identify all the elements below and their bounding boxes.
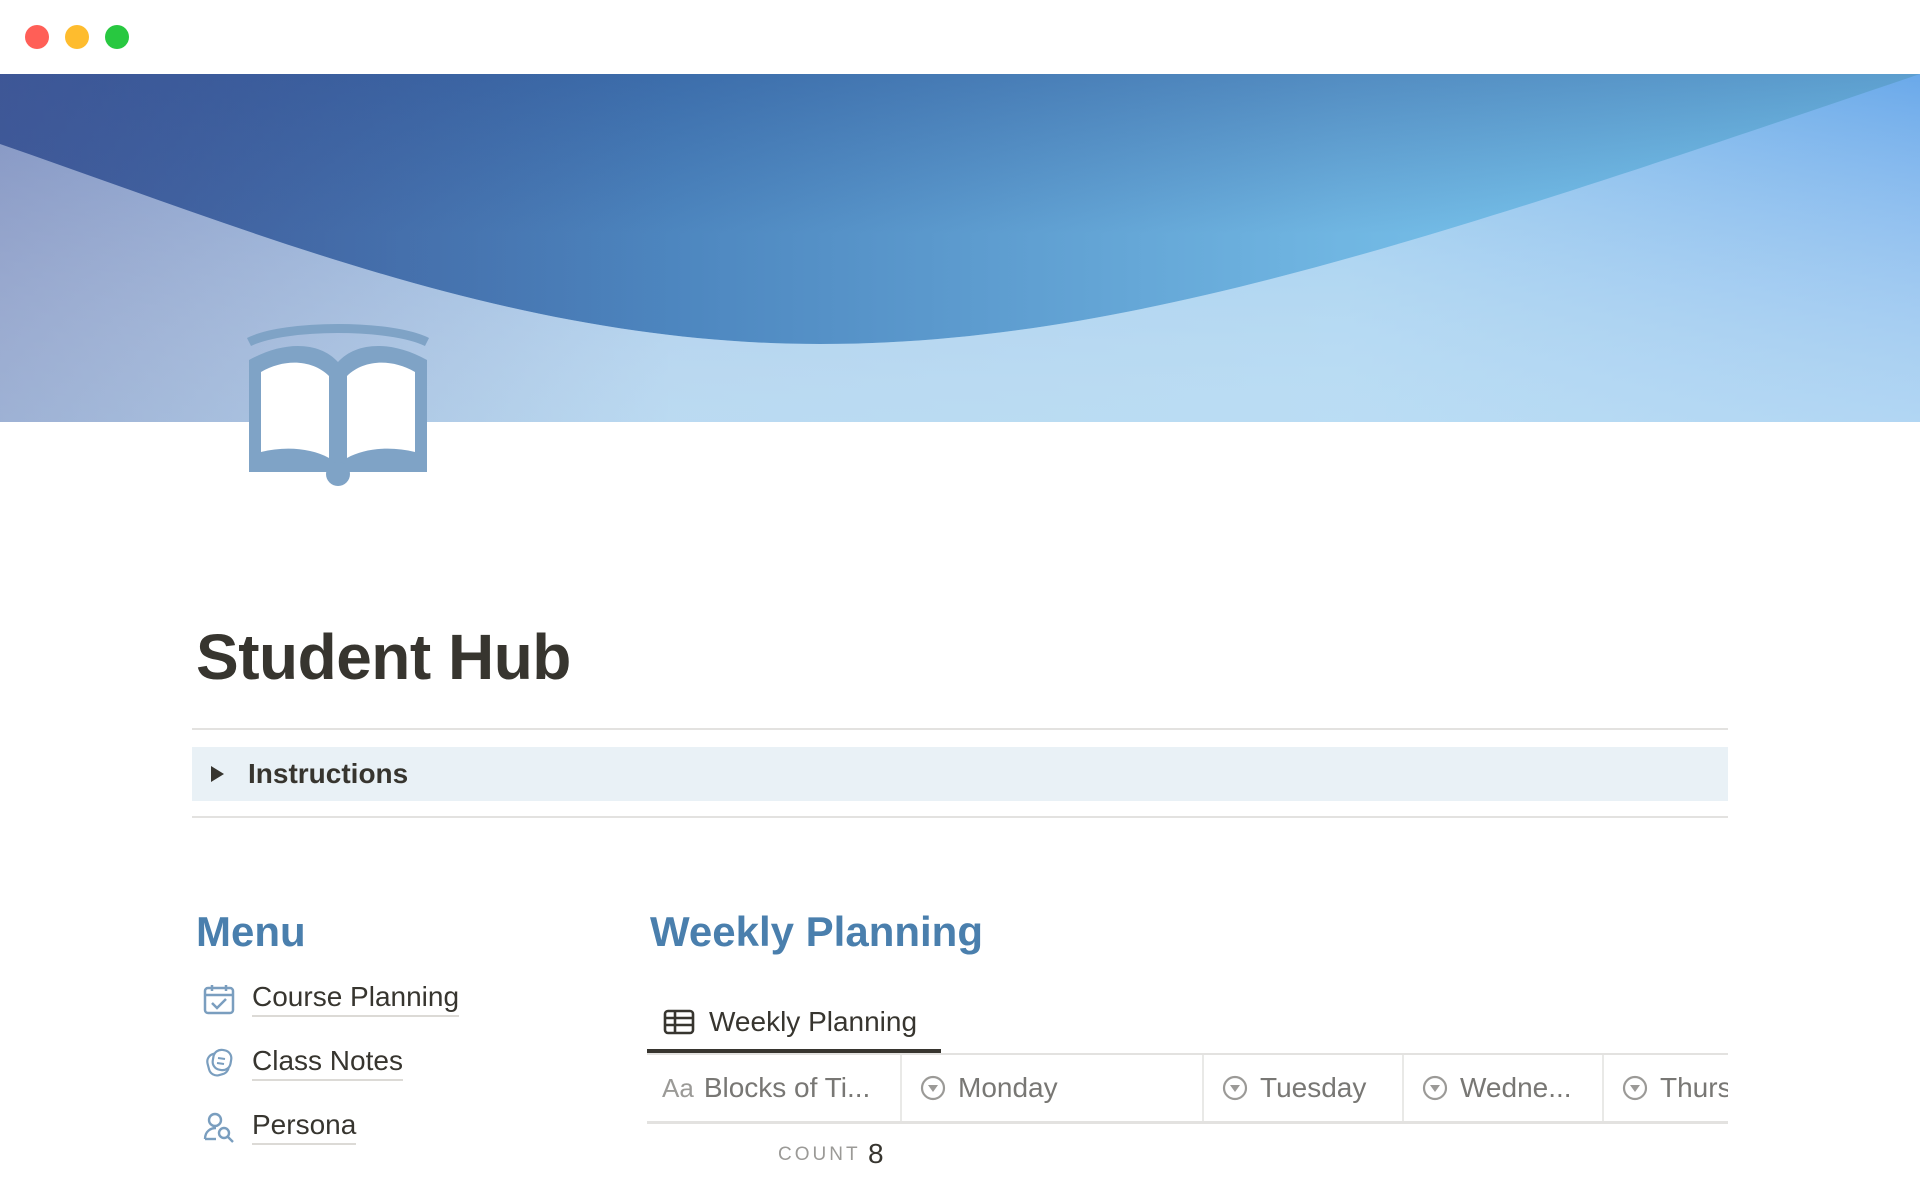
view-tab-label: Weekly Planning [709, 1006, 918, 1037]
zoom-window-button[interactable] [105, 25, 129, 49]
menu-item-label: Persona [252, 1109, 357, 1145]
table-header: Aa Blocks of Ti... Monday Tuesday Wedne.… [647, 1053, 1728, 1124]
divider [192, 728, 1728, 730]
column-header-wednesday[interactable]: Wedne... [1404, 1055, 1604, 1121]
column-header-tuesday[interactable]: Tuesday [1204, 1055, 1404, 1121]
notes-icon [200, 1044, 238, 1082]
column-label: Wedne... [1460, 1072, 1572, 1103]
menu-item-persona[interactable]: Persona [200, 1105, 357, 1149]
view-tab-weekly-planning[interactable]: Weekly Planning [647, 990, 917, 1054]
title-bar [0, 0, 1920, 74]
minimize-window-button[interactable] [65, 25, 89, 49]
count-label: COUNT [778, 1144, 861, 1165]
calendar-check-icon [200, 980, 238, 1018]
column-header-monday[interactable]: Monday [902, 1055, 1204, 1121]
table-icon [663, 1008, 695, 1036]
toggle-triangle-icon[interactable] [211, 766, 224, 782]
title-icon: Aa [662, 1072, 694, 1103]
column-label: Monday [958, 1072, 1058, 1103]
select-icon [1622, 1075, 1648, 1101]
toggle-label: Instructions [248, 758, 409, 789]
column-label: Tuesday [1260, 1072, 1367, 1103]
app-window: Student Hub Instructions Menu Course Pla… [0, 0, 1920, 1200]
weekly-planning-heading: Weekly Planning [650, 908, 983, 955]
menu-heading: Menu [196, 908, 306, 955]
select-icon [1222, 1075, 1248, 1101]
close-window-button[interactable] [25, 25, 49, 49]
column-label: Blocks of Ti... [703, 1072, 871, 1103]
page-title[interactable]: Student Hub [196, 620, 571, 694]
open-book-icon[interactable] [245, 320, 431, 490]
menu-item-label: Class Notes [252, 1045, 403, 1081]
menu-item-class-notes[interactable]: Class Notes [200, 1041, 403, 1085]
divider [192, 816, 1728, 818]
menu-item-course-planning[interactable]: Course Planning [200, 977, 460, 1021]
column-label: Thurs [1660, 1072, 1728, 1103]
menu-item-label: Course Planning [252, 981, 460, 1017]
select-icon [1422, 1075, 1448, 1101]
person-search-icon [200, 1108, 238, 1146]
instructions-toggle[interactable]: Instructions [192, 747, 1728, 801]
column-header-thursday[interactable]: Thurs [1604, 1055, 1728, 1121]
select-icon [920, 1075, 946, 1101]
column-header-blocks-of-time[interactable]: Aa Blocks of Ti... [647, 1055, 902, 1121]
count-value: 8 [868, 1138, 884, 1169]
